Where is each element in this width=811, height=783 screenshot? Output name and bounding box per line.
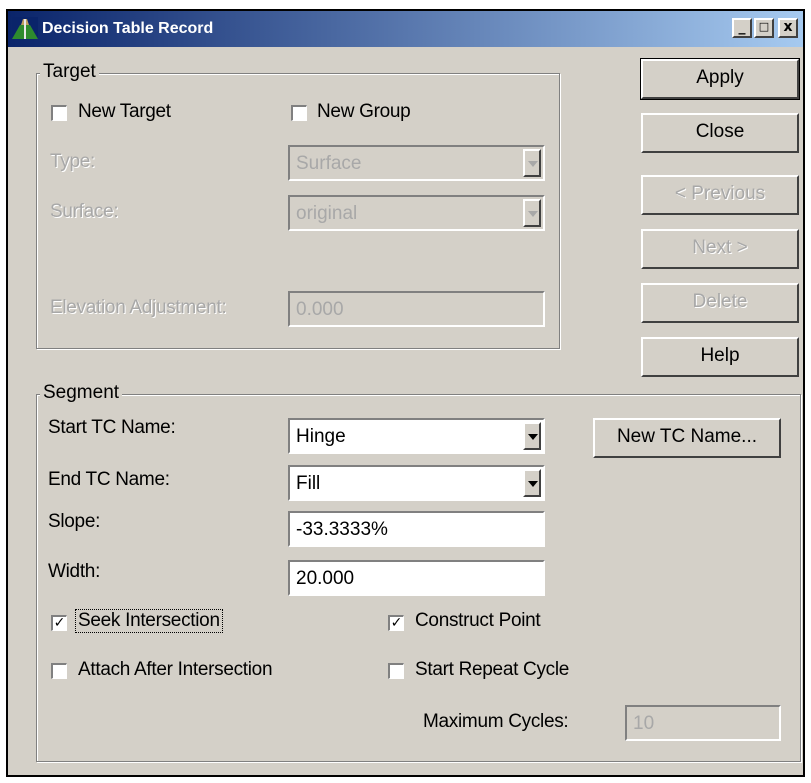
width-label: Width: [48,561,101,582]
help-button[interactable]: Help [641,337,799,377]
start-tc-name-value: Hinge [296,426,346,447]
elevation-adjustment-field[interactable]: 0.000 [288,291,545,327]
type-value: Surface [296,153,362,174]
end-tc-name-dropdown[interactable]: Fill [288,465,545,501]
apply-button[interactable]: Apply [640,58,800,100]
new-group-checkbox[interactable] [291,105,307,121]
seek-intersection-checkbox[interactable]: ✓ [51,615,67,631]
decision-table-record-window: Decision Table Record _ □ x Target New T… [6,9,805,777]
start-tc-name-label: Start TC Name: [48,417,176,438]
chevron-down-icon [523,149,541,177]
construct-point-label: Construct Point [415,610,541,631]
maximize-button[interactable]: □ [754,18,774,38]
width-field[interactable]: 20.000 [288,560,545,596]
close-button[interactable]: Close [641,113,799,153]
construct-point-checkbox[interactable]: ✓ [388,615,404,631]
type-dropdown[interactable]: Surface [288,145,545,181]
app-icon [12,17,38,39]
end-tc-name-value: Fill [296,473,321,494]
window-title: Decision Table Record [42,20,214,37]
title-bar[interactable]: Decision Table Record _ □ x [8,11,803,47]
chevron-down-icon [523,422,541,450]
type-label: Type: [50,151,95,172]
surface-label: Surface: [50,201,119,222]
maximum-cycles-field[interactable]: 10 [625,705,781,741]
close-window-button[interactable]: x [778,18,798,38]
delete-button[interactable]: Delete [641,283,799,323]
target-legend: Target [40,61,99,83]
chevron-down-icon [523,199,541,227]
surface-dropdown[interactable]: original [288,195,545,231]
chevron-down-icon [523,469,541,497]
new-target-label: New Target [78,101,171,122]
attach-after-intersection-checkbox[interactable] [51,663,67,679]
new-group-label: New Group [317,101,411,122]
next-button[interactable]: Next > [641,229,799,269]
new-target-checkbox[interactable] [51,105,67,121]
slope-field[interactable]: -33.3333% [288,511,545,547]
slope-label: Slope: [48,511,101,532]
maximum-cycles-label: Maximum Cycles: [423,711,569,732]
attach-after-intersection-label: Attach After Intersection [78,659,273,680]
surface-value: original [296,203,358,224]
end-tc-name-label: End TC Name: [48,469,170,490]
previous-button[interactable]: < Previous [641,175,799,215]
minimize-button[interactable]: _ [732,18,752,38]
elevation-adjustment-label: Elevation Adjustment: [50,297,227,318]
seek-intersection-label: Seek Intersection [75,609,223,633]
start-tc-name-dropdown[interactable]: Hinge [288,418,545,454]
start-repeat-cycle-label: Start Repeat Cycle [415,659,570,680]
segment-legend: Segment [40,382,123,404]
new-tc-name-button[interactable]: New TC Name... [593,418,781,458]
start-repeat-cycle-checkbox[interactable] [388,663,404,679]
